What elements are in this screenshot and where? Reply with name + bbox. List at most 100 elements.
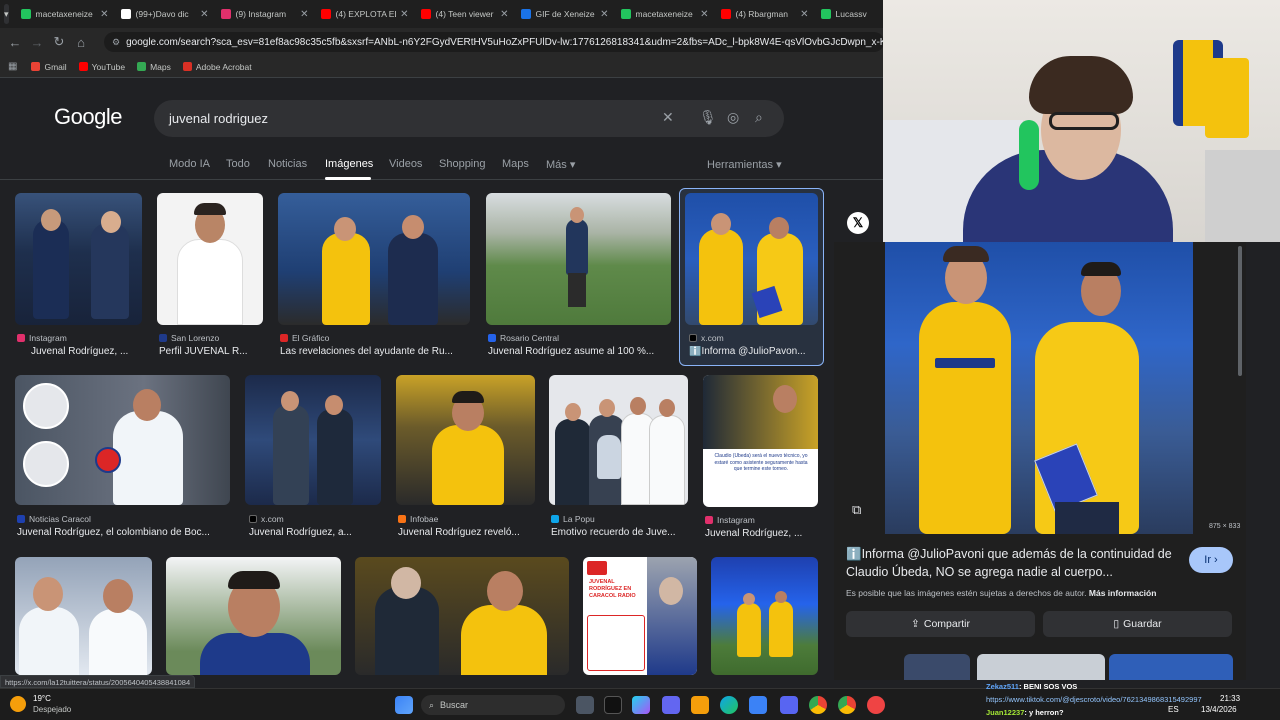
related-thumb[interactable]: [904, 654, 970, 680]
result-thumbnail[interactable]: [15, 557, 152, 675]
browser-tab[interactable]: (4) Teen viewer ✕: [415, 3, 515, 25]
tab-shopping[interactable]: Shopping: [439, 158, 486, 170]
result-thumbnail[interactable]: [486, 193, 671, 325]
start-icon[interactable]: [395, 696, 413, 714]
address-bar[interactable]: ⚙ google.com/search?sca_esv=81ef8ac98c35…: [104, 32, 884, 52]
image-result[interactable]: [15, 557, 152, 675]
related-thumb[interactable]: [977, 654, 1105, 680]
tab-noticias[interactable]: Noticias: [268, 158, 307, 170]
image-result[interactable]: JUVENAL RODRÍGUEZ EN CARACOL RADIO: [583, 557, 697, 675]
tab-videos[interactable]: Videos: [389, 158, 422, 170]
store-icon[interactable]: [749, 696, 767, 714]
close-icon[interactable]: ✕: [400, 9, 408, 20]
home-icon[interactable]: ⌂: [70, 35, 92, 50]
more-info-link[interactable]: Más información: [1089, 588, 1157, 598]
result-thumbnail[interactable]: [15, 375, 230, 505]
close-icon[interactable]: ✕: [300, 9, 308, 20]
visit-button[interactable]: Ir ›: [1189, 547, 1233, 573]
site-info-icon[interactable]: ⚙: [112, 37, 120, 48]
close-icon[interactable]: ✕: [600, 9, 608, 20]
bookmark-gmail[interactable]: Gmail: [31, 62, 67, 72]
image-result[interactable]: Noticias Caracol Juvenal Rodríguez, el c…: [15, 375, 235, 545]
close-icon[interactable]: ✕: [800, 9, 808, 20]
microphone-icon[interactable]: 🎙: [699, 109, 717, 126]
browser-tab[interactable]: macetaxeneize ✕: [15, 3, 115, 25]
tab-mas[interactable]: Más ▾: [546, 158, 575, 171]
image-result[interactable]: El Gráfico Las revelaciones del ayudante…: [278, 193, 478, 363]
apps-icon[interactable]: ▦: [8, 61, 17, 72]
image-result-selected[interactable]: x.com ℹ️Informa @JulioPavon...: [685, 193, 821, 363]
scrollbar[interactable]: [1238, 246, 1242, 376]
share-button[interactable]: ⇪ Compartir: [846, 611, 1035, 637]
image-result[interactable]: [711, 557, 819, 675]
result-thumbnail[interactable]: [549, 375, 688, 505]
tab-search-button[interactable]: ▾: [4, 4, 9, 24]
browser-tab[interactable]: Lucassv: [815, 3, 884, 25]
result-title[interactable]: ℹ️Informa @JulioPavon...: [689, 346, 815, 357]
bookmark-adobe[interactable]: Adobe Acrobat: [182, 62, 252, 72]
app-icon[interactable]: [867, 696, 885, 714]
taskbar-search[interactable]: ⌕ Buscar: [421, 695, 565, 715]
image-result[interactable]: La Popu Emotivo recuerdo de Juve...: [549, 375, 691, 545]
edge-icon[interactable]: [720, 696, 738, 714]
result-title[interactable]: Emotivo recuerdo de Juve...: [551, 527, 691, 538]
lens-search-icon[interactable]: ⧉: [852, 502, 861, 518]
result-thumbnail[interactable]: JUVENAL RODRÍGUEZ EN CARACOL RADIO: [583, 557, 697, 675]
task-view-icon[interactable]: [576, 696, 594, 714]
result-thumbnail[interactable]: Claudio (Úbeda) será el nuevo técnico, y…: [703, 375, 818, 507]
clock-time[interactable]: 21:33: [1220, 694, 1240, 703]
result-thumbnail[interactable]: [15, 193, 142, 325]
image-result[interactable]: Claudio (Úbeda) será el nuevo técnico, y…: [703, 375, 821, 545]
result-title[interactable]: Juvenal Rodríguez, ...: [705, 528, 820, 539]
result-thumbnail[interactable]: [157, 193, 263, 325]
close-icon[interactable]: ✕: [700, 9, 708, 20]
result-title[interactable]: Juvenal Rodríguez, ...: [31, 346, 155, 357]
search-icon[interactable]: ⌕: [755, 109, 763, 126]
image-result[interactable]: Infobae Juvenal Rodríguez reveló...: [396, 375, 538, 545]
bookmark-youtube[interactable]: YouTube: [78, 62, 125, 72]
tab-modo-ia[interactable]: Modo IA: [169, 158, 210, 170]
result-thumbnail[interactable]: [396, 375, 535, 505]
result-thumbnail[interactable]: [166, 557, 341, 675]
chrome-icon[interactable]: [838, 696, 856, 714]
tab-maps[interactable]: Maps: [502, 158, 529, 170]
close-icon[interactable]: ✕: [100, 9, 108, 20]
chrome-icon[interactable]: [809, 696, 827, 714]
browser-tab[interactable]: GIF de Xeneize ✕: [515, 3, 615, 25]
image-result[interactable]: [166, 557, 341, 675]
close-icon[interactable]: ✕: [500, 9, 508, 20]
result-thumbnail[interactable]: [711, 557, 818, 675]
x-logo-icon[interactable]: 𝕏: [847, 212, 869, 234]
tab-imagenes[interactable]: Imágenes: [325, 158, 373, 170]
clock-date[interactable]: 13/4/2026: [1201, 705, 1237, 714]
app-icon[interactable]: [604, 696, 622, 714]
preview-title[interactable]: ℹ️Informa @JulioPavoni que además de la …: [846, 545, 1178, 581]
result-thumbnail[interactable]: [278, 193, 470, 325]
result-title[interactable]: Juvenal Rodríguez, el colombiano de Boc.…: [17, 527, 229, 538]
result-thumbnail[interactable]: [685, 193, 818, 325]
browser-tab[interactable]: (99+)Davo dic ✕: [115, 3, 215, 25]
reload-icon[interactable]: ↻: [48, 34, 70, 50]
image-result[interactable]: Rosario Central Juvenal Rodríguez asume …: [486, 193, 676, 363]
result-title[interactable]: Juvenal Rodríguez reveló...: [398, 527, 538, 538]
related-thumb[interactable]: [1109, 654, 1233, 680]
tools-button[interactable]: Herramientas ▾: [707, 158, 782, 171]
result-title[interactable]: Juvenal Rodríguez, a...: [249, 527, 383, 538]
preview-image[interactable]: [885, 242, 1193, 534]
result-thumbnail[interactable]: [245, 375, 381, 505]
tab-todo[interactable]: Todo: [226, 158, 250, 170]
discord-icon[interactable]: [780, 696, 798, 714]
result-title[interactable]: Las revelaciones del ayudante de Ru...: [280, 346, 474, 357]
image-result[interactable]: Instagram Juvenal Rodríguez, ...: [15, 193, 145, 363]
bookmark-maps[interactable]: Maps: [137, 62, 171, 72]
weather-icon[interactable]: [10, 696, 26, 712]
clear-icon[interactable]: ✕: [662, 109, 674, 126]
browser-tab[interactable]: (4) EXPLOTA EL ✕: [315, 3, 415, 25]
image-result[interactable]: x.com Juvenal Rodríguez, a...: [245, 375, 385, 545]
result-title[interactable]: Perfil JUVENAL R...: [159, 346, 265, 357]
search-input[interactable]: juvenal rodriguez ✕ 🎙 ◎ ⌕: [154, 100, 784, 137]
copilot-icon[interactable]: [632, 696, 650, 714]
result-thumbnail[interactable]: [355, 557, 569, 675]
browser-tab[interactable]: macetaxeneize ✕: [615, 3, 715, 25]
image-result[interactable]: [355, 557, 570, 675]
